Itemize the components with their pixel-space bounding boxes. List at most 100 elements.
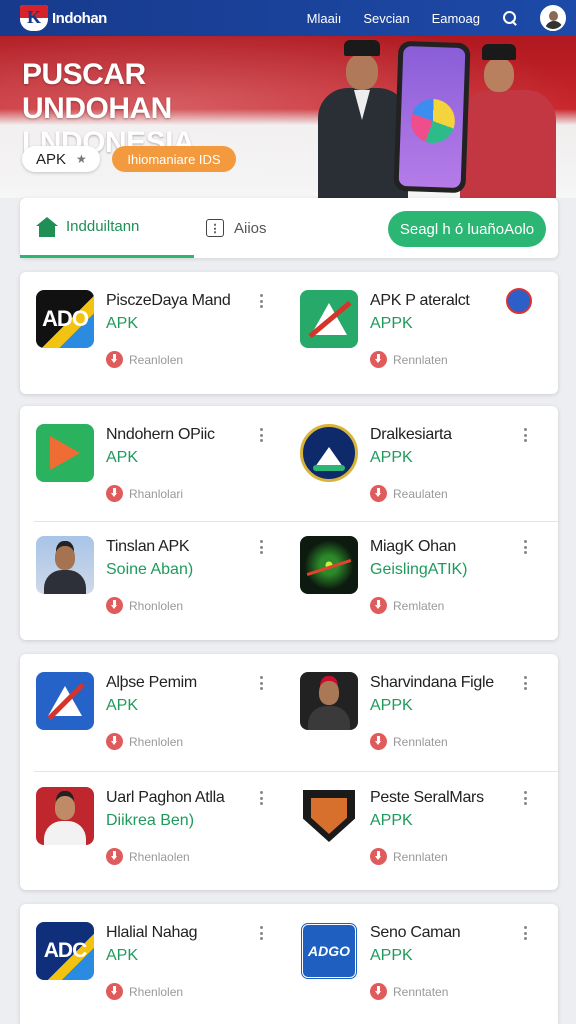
download-label: Rennlaten bbox=[393, 734, 448, 749]
app-name: Uarl Paghon Atlla bbox=[106, 789, 225, 806]
more-options-icon[interactable] bbox=[260, 428, 264, 442]
app-item[interactable]: Peste SeralMars APPK Rennlaten bbox=[284, 769, 546, 879]
star-icon: ★ bbox=[76, 152, 87, 166]
app-item[interactable]: Sharvindana Figle APPK Rennlaten bbox=[284, 654, 546, 764]
brand-logo-icon[interactable]: K bbox=[20, 5, 48, 31]
green-a-icon bbox=[300, 290, 358, 348]
app-name: MiagK Ohan bbox=[370, 538, 456, 555]
app-meta: Rennlaten bbox=[370, 848, 448, 865]
nav-item-3[interactable]: Eamoag bbox=[432, 11, 480, 26]
person-dark-icon bbox=[300, 672, 358, 730]
app-meta: Rhenlaolen bbox=[106, 848, 190, 865]
download-icon bbox=[106, 848, 123, 865]
app-subtitle: Soine Aban) bbox=[106, 561, 194, 578]
more-options-icon[interactable] bbox=[260, 791, 264, 805]
nav-item-1[interactable]: Mlaaiı bbox=[307, 11, 342, 26]
app-card-group-2: Nndohern OPiic APK Rhanlolari Dralkesiar… bbox=[20, 406, 558, 640]
tab-apps[interactable]: ⋮ Aiios bbox=[206, 198, 356, 258]
app-meta: Rennlaten bbox=[370, 351, 448, 368]
top-bar: K Indohan Mlaaiı Sevcian Eamoag bbox=[0, 0, 576, 36]
download-icon bbox=[370, 485, 387, 502]
app-meta: Renntaten bbox=[370, 983, 448, 1000]
brand-name[interactable]: Indohan bbox=[52, 10, 107, 27]
app-subtitle: APPK bbox=[370, 315, 413, 332]
app-name: Dralkesiarta bbox=[370, 426, 452, 443]
app-item[interactable]: ADC Hlalial Nahag APK Rhenlolen bbox=[20, 904, 282, 1014]
person-red-icon bbox=[36, 787, 94, 845]
download-label: Remlaten bbox=[393, 598, 445, 613]
shield-crest-icon bbox=[300, 787, 358, 845]
app-item[interactable]: ADGO Seno Caman APPK Renntaten bbox=[284, 904, 546, 1014]
app-meta: Reanlolen bbox=[106, 351, 183, 368]
tab-home[interactable]: Indduiltann bbox=[20, 198, 194, 258]
top-nav: Mlaaiı Sevcian Eamoag bbox=[307, 5, 566, 31]
badge-icon bbox=[506, 288, 532, 314]
app-name: Seno Caman bbox=[370, 924, 461, 941]
app-name: PisczeDaya Mand bbox=[106, 292, 231, 309]
hero-phone-illustration bbox=[393, 40, 471, 194]
more-options-icon[interactable] bbox=[524, 791, 528, 805]
app-name: Tinslan APK bbox=[106, 538, 190, 555]
more-options-icon[interactable] bbox=[260, 676, 264, 690]
app-name: Alþse Pemim bbox=[106, 674, 197, 691]
more-options-icon[interactable] bbox=[260, 540, 264, 554]
info-pill[interactable]: Ihiomaniare IDS bbox=[112, 146, 236, 172]
adc-logo-icon: ADC bbox=[36, 922, 94, 980]
hero-person-red-shirt bbox=[460, 44, 560, 198]
download-label: Rhenlolen bbox=[129, 734, 184, 749]
home-icon bbox=[36, 216, 58, 237]
app-meta: Rhonlolen bbox=[106, 597, 183, 614]
download-icon bbox=[370, 351, 387, 368]
download-icon bbox=[106, 983, 123, 1000]
nav-item-2[interactable]: Sevcian bbox=[363, 11, 409, 26]
hero-banner: PUSCAR UNDOHAN LNDONESIA APK ★ Ihiomania… bbox=[0, 36, 576, 198]
more-options-icon[interactable] bbox=[260, 926, 264, 940]
app-item[interactable]: Tinslan APK Soine Aban) Rhonlolen bbox=[20, 518, 282, 628]
download-label: Reaulaten bbox=[393, 486, 448, 501]
app-item[interactable]: Dralkesiarta APPK Reaulaten bbox=[284, 406, 546, 516]
app-item[interactable]: Uarl Paghon Atlla Diikrea Ben) Rhenlaole… bbox=[20, 769, 282, 879]
download-icon bbox=[106, 597, 123, 614]
app-subtitle: APK bbox=[106, 697, 139, 714]
download-label: Rennlaten bbox=[393, 849, 448, 864]
download-icon bbox=[370, 733, 387, 750]
more-options-icon[interactable] bbox=[524, 926, 528, 940]
app-subtitle: APK bbox=[106, 947, 139, 964]
app-item[interactable]: Alþse Pemim APK Rhenlolen bbox=[20, 654, 282, 764]
search-cta-button[interactable]: Seagl h ó luañoAolo bbox=[388, 211, 546, 247]
app-subtitle: APPK bbox=[370, 812, 413, 829]
search-icon[interactable] bbox=[502, 10, 518, 26]
download-icon bbox=[370, 848, 387, 865]
app-card-group-1: ADO PisczeDaya Mand APK Reanlolen APK P … bbox=[20, 272, 558, 394]
app-item[interactable]: APK P ateralct APPK Rennlaten bbox=[284, 272, 546, 382]
info-icon: ⋮ bbox=[206, 219, 224, 237]
download-icon bbox=[106, 733, 123, 750]
app-meta: Rhenlolen bbox=[106, 983, 183, 1000]
app-item[interactable]: Nndohern OPiic APK Rhanlolari bbox=[20, 406, 282, 516]
app-meta: Rhanlolari bbox=[106, 485, 183, 502]
stamp-logo-icon: ADGO bbox=[300, 922, 358, 980]
tab-home-label: Indduiltann bbox=[66, 218, 140, 235]
more-options-icon[interactable] bbox=[524, 428, 528, 442]
app-subtitle: GeislingATIK) bbox=[370, 561, 468, 578]
app-name: APK P ateralct bbox=[370, 292, 470, 309]
app-meta: Remlaten bbox=[370, 597, 444, 614]
app-subtitle: Diikrea Ben) bbox=[106, 812, 195, 829]
app-subtitle: APK bbox=[106, 449, 139, 466]
hero-title: PUSCAR UNDOHAN LNDONESIA bbox=[22, 58, 195, 159]
app-meta: Rhenlolen bbox=[106, 733, 183, 750]
apk-pill[interactable]: APK ★ bbox=[22, 146, 100, 172]
tab-bar: Indduiltann ⋮ Aiios Seagl h ó luañoAolo bbox=[20, 198, 558, 258]
download-icon bbox=[106, 485, 123, 502]
app-item[interactable]: MiagK Ohan GeislingATIK) Remlaten bbox=[284, 518, 546, 628]
app-name: Nndohern OPiic bbox=[106, 426, 215, 443]
tab-apps-label: Aiios bbox=[234, 219, 267, 237]
more-options-icon[interactable] bbox=[524, 676, 528, 690]
download-label: Rhonlolen bbox=[129, 598, 184, 613]
user-avatar[interactable] bbox=[540, 5, 566, 31]
more-options-icon[interactable] bbox=[524, 540, 528, 554]
blue-a-icon bbox=[36, 672, 94, 730]
more-options-icon[interactable] bbox=[260, 294, 264, 308]
app-item[interactable]: ADO PisczeDaya Mand APK Reanlolen bbox=[20, 272, 282, 382]
ado-logo-icon: ADO bbox=[36, 290, 94, 348]
